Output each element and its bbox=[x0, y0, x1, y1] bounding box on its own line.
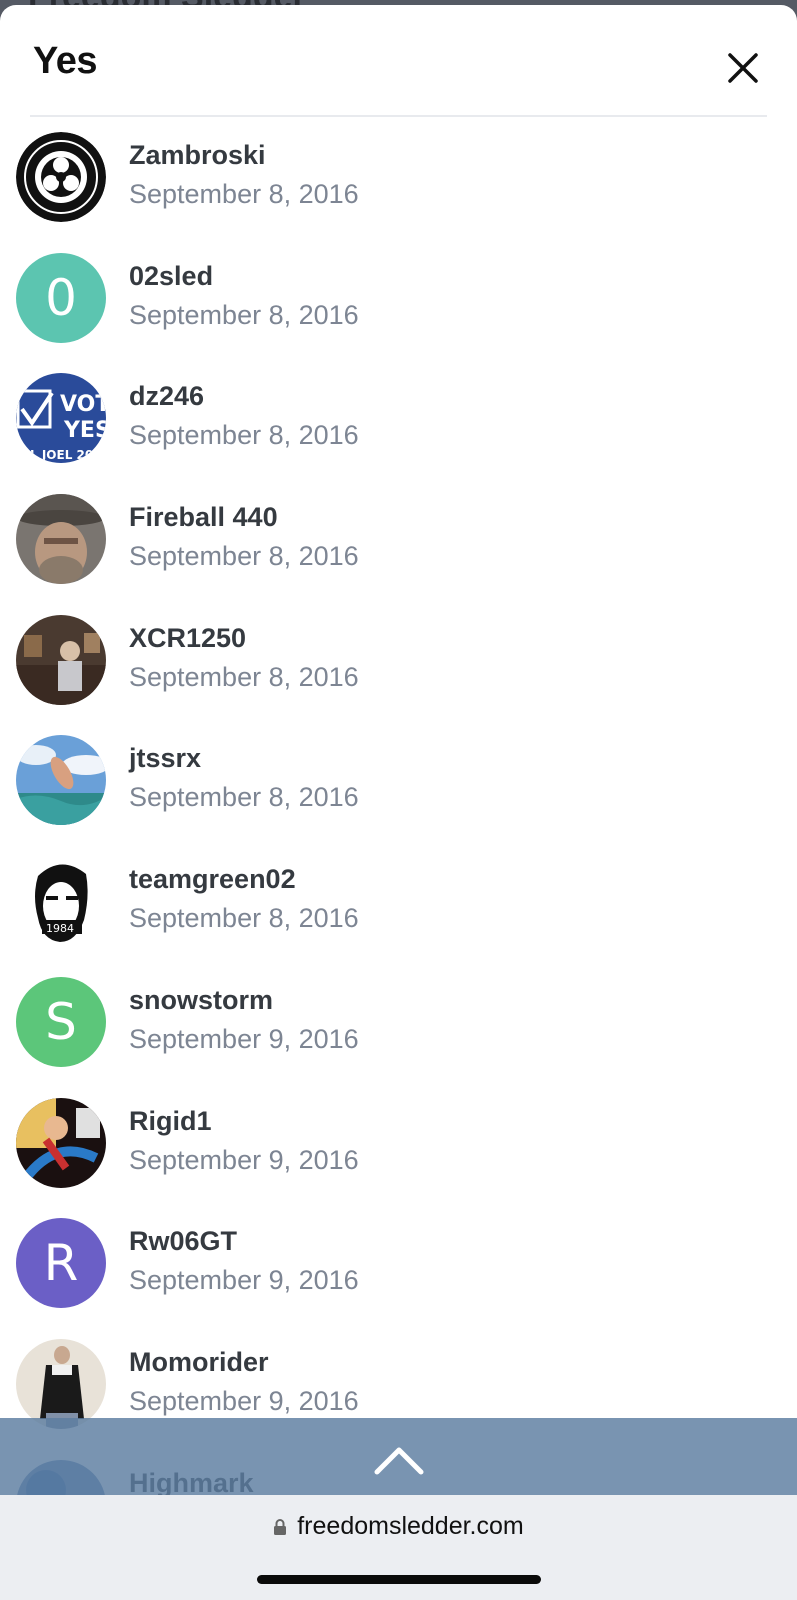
url-field[interactable]: freedomsledder.com bbox=[0, 1512, 797, 1541]
user-name-link[interactable]: Fireball 440 bbox=[129, 502, 278, 533]
user-name-link[interactable]: Momorider bbox=[129, 1347, 269, 1378]
sheet-header: Yes bbox=[0, 5, 797, 115]
reaction-date: September 9, 2016 bbox=[129, 1385, 359, 1416]
user-avatar[interactable] bbox=[16, 1097, 106, 1188]
reaction-date: September 8, 2016 bbox=[129, 179, 359, 209]
user-list-item[interactable]: 0 02sled September 8, 2016 bbox=[0, 247, 797, 368]
reaction-date: September 8, 2016 bbox=[129, 541, 359, 572]
reaction-date: September 8, 2016 bbox=[129, 420, 359, 451]
reaction-date: September 8, 2016 bbox=[129, 782, 359, 813]
user-avatar[interactable]: R bbox=[16, 1218, 106, 1309]
chevron-up-icon bbox=[374, 1447, 424, 1475]
reaction-date: September 9, 2016 bbox=[129, 1265, 359, 1296]
user-avatar[interactable] bbox=[16, 1338, 106, 1429]
user-avatar[interactable]: 1984 bbox=[16, 856, 106, 947]
avatar-letter: S bbox=[16, 976, 106, 1067]
home-indicator[interactable] bbox=[257, 1575, 541, 1584]
close-button[interactable] bbox=[718, 43, 768, 93]
avatar-letter: R bbox=[16, 1218, 106, 1309]
sheet-title: Yes bbox=[33, 40, 98, 82]
user-name-link[interactable]: dz246 bbox=[129, 381, 204, 412]
user-avatar[interactable]: VOT YES L JOEL 20 bbox=[16, 373, 106, 464]
close-icon bbox=[728, 53, 758, 83]
user-name-link[interactable]: 02sled bbox=[129, 261, 213, 292]
user-name-link[interactable]: teamgreen02 bbox=[129, 864, 296, 895]
user-name-link[interactable]: XCR1250 bbox=[129, 623, 246, 654]
lock-icon bbox=[274, 1518, 287, 1535]
user-list-item[interactable]: Zambroski September 8, 2016 bbox=[0, 126, 797, 247]
reaction-date: September 9, 2016 bbox=[129, 1144, 359, 1175]
user-list-item[interactable]: VOT YES L JOEL 20 dz246 September 8, 2016 bbox=[0, 367, 797, 488]
user-avatar[interactable]: S bbox=[16, 976, 106, 1067]
header-divider bbox=[30, 115, 767, 117]
avatar-letter: 0 bbox=[16, 252, 106, 343]
user-name-link[interactable]: Rigid1 bbox=[129, 1106, 212, 1137]
user-avatar[interactable] bbox=[16, 494, 106, 585]
reaction-date: September 8, 2016 bbox=[129, 903, 359, 934]
user-list-item[interactable]: Fireball 440 September 8, 2016 bbox=[0, 488, 797, 609]
user-list-item[interactable]: R Rw06GT September 9, 2016 bbox=[0, 1212, 797, 1333]
svg-text:YES: YES bbox=[63, 418, 106, 443]
user-list-item[interactable]: Rigid1 September 9, 2016 bbox=[0, 1092, 797, 1213]
user-avatar[interactable] bbox=[16, 132, 106, 222]
user-list-item[interactable]: XCR1250 September 8, 2016 bbox=[0, 609, 797, 730]
user-name-link[interactable]: Rw06GT bbox=[129, 1226, 237, 1257]
user-name-link[interactable]: Zambroski bbox=[129, 140, 266, 171]
user-avatar[interactable] bbox=[16, 735, 106, 826]
svg-text:VOT: VOT bbox=[60, 392, 106, 417]
user-name-link[interactable]: jtssrx bbox=[129, 743, 201, 774]
reaction-date: September 8, 2016 bbox=[129, 299, 359, 330]
user-name-link[interactable]: snowstorm bbox=[129, 985, 273, 1016]
browser-address-bar: freedomsledder.com bbox=[0, 1495, 797, 1600]
user-list: Zambroski September 8, 2016 0 02sled Septemb… bbox=[0, 126, 797, 1574]
user-list-item[interactable]: jtssrx September 8, 2016 bbox=[0, 729, 797, 850]
svg-text:1984: 1984 bbox=[46, 922, 74, 935]
scroll-to-top-button[interactable] bbox=[0, 1418, 797, 1500]
url-text: freedomsledder.com bbox=[297, 1512, 524, 1540]
user-list-item[interactable]: Ssnowstorm September 9, 2016 bbox=[0, 971, 797, 1092]
reaction-date: September 8, 2016 bbox=[129, 661, 359, 692]
user-list-item[interactable]: 1984 teamgreen02 September 8, 2016 bbox=[0, 850, 797, 971]
reactions-sheet: Yes Zambroski September 8, 2016 0 02sled Sep… bbox=[0, 5, 797, 1600]
user-avatar[interactable] bbox=[16, 614, 106, 705]
reaction-date: September 9, 2016 bbox=[129, 1023, 359, 1054]
svg-text:L JOEL 20: L JOEL 20 bbox=[30, 448, 93, 462]
user-avatar[interactable]: 0 bbox=[16, 252, 106, 343]
